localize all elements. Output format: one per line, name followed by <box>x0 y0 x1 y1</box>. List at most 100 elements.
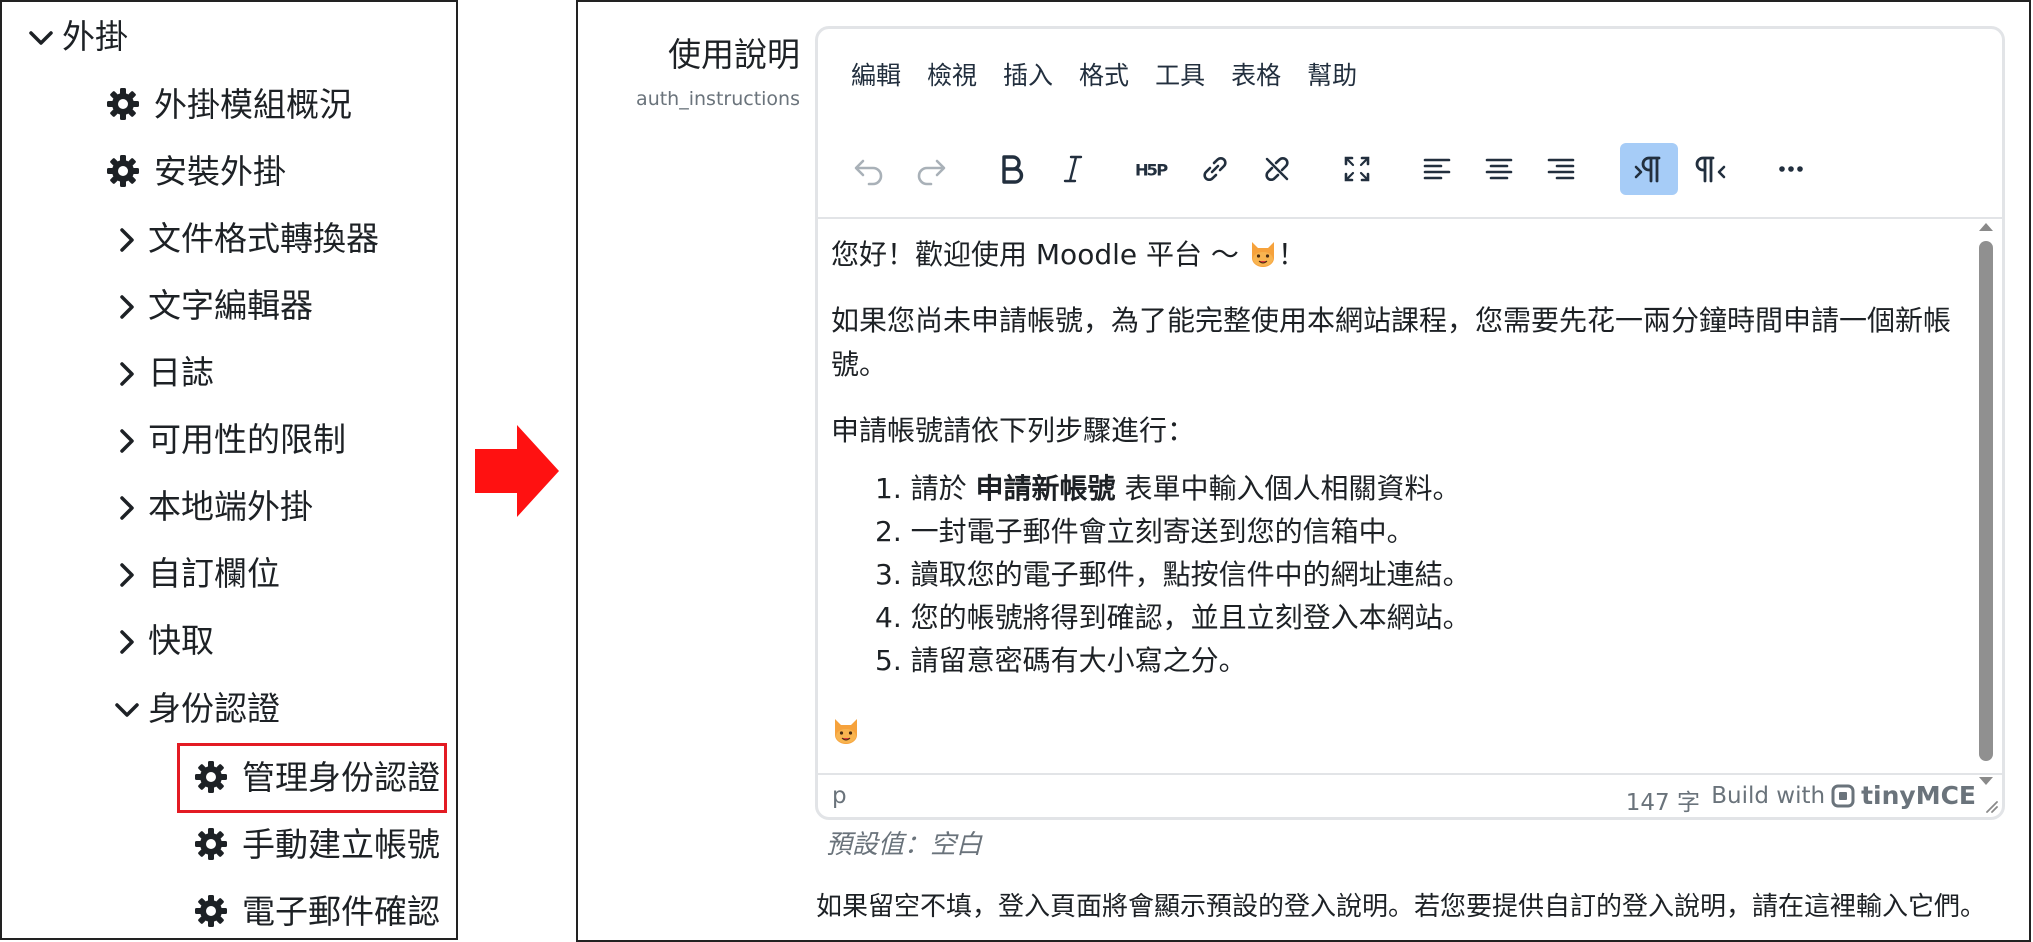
setting-panel: 使用說明 auth_instructions 編輯 檢視 插入 格式 工具 表格… <box>576 0 2031 942</box>
italic-icon <box>1063 155 1083 183</box>
nav-label: 文件格式轉換器 <box>148 219 379 258</box>
emoji-paragraph <box>831 710 1971 754</box>
align-right-icon <box>1547 158 1575 180</box>
undo-icon <box>854 159 883 186</box>
fullscreen-icon <box>1344 156 1370 182</box>
chevron-right-icon <box>112 559 142 589</box>
nav-node-local-plugins[interactable]: 本地端外掛 <box>112 490 313 523</box>
ltr-icon <box>1634 156 1661 183</box>
gear-icon <box>194 827 228 861</box>
more-icon <box>1779 166 1803 172</box>
nav-label: 手動建立帳號 <box>242 824 440 864</box>
nav-node-text-editors[interactable]: 文字編輯器 <box>112 289 313 322</box>
editor-statusbar: p 147 字 Build with tinyMCE <box>818 773 2002 817</box>
steps-list: 1. 請於 申請新帳號 表單中輸入個人相關資料。 2. 一封電子郵件會立刻寄送到… <box>875 467 1971 682</box>
align-left-button[interactable] <box>1408 143 1466 195</box>
chevron-right-icon <box>112 358 142 388</box>
nav-node-caching[interactable]: 快取 <box>112 624 214 657</box>
undo-button[interactable] <box>840 143 898 195</box>
menu-edit[interactable]: 編輯 <box>838 50 914 98</box>
nav-item-install-plugins[interactable]: 安裝外掛 <box>106 154 286 188</box>
menu-format[interactable]: 格式 <box>1066 50 1142 98</box>
tinymce-editor[interactable]: 編輯 檢視 插入 格式 工具 表格 幫助 H5P 您好！歡迎使用 Moodle … <box>815 26 2005 820</box>
chevron-down-icon <box>26 22 56 52</box>
resize-handle-icon[interactable] <box>1982 797 1998 813</box>
list-item: 4. 您的帳號將得到確認，並且立刻登入本網站。 <box>875 601 1471 634</box>
h5p-icon: H5P <box>1135 161 1168 180</box>
default-value-text: 預設值：空白 <box>826 830 983 860</box>
gear-icon <box>106 154 140 188</box>
greeting-paragraph: 您好！歡迎使用 Moodle 平台 〜 ！ <box>831 233 1971 277</box>
nav-item-manual-accounts[interactable]: 手動建立帳號 <box>194 827 440 861</box>
editor-scrollbar[interactable] <box>1976 219 1998 789</box>
nav-node-document-converters[interactable]: 文件格式轉換器 <box>112 222 379 255</box>
unlink-icon <box>1265 156 1289 182</box>
setting-title: 使用說明 <box>668 35 800 74</box>
nav-label: 電子郵件確認 <box>242 891 440 931</box>
chevron-down-icon <box>112 694 142 724</box>
editor-toolbar: H5P <box>818 119 2002 219</box>
align-right-button[interactable] <box>1532 143 1590 195</box>
build-with-text: Build with <box>1711 782 1826 809</box>
nav-label: 可用性的限制 <box>148 420 346 459</box>
nav-label: 管理身份認證 <box>242 757 440 797</box>
nav-node-logging[interactable]: 日誌 <box>112 356 214 389</box>
italic-button[interactable] <box>1044 143 1102 195</box>
redo-button[interactable] <box>902 143 960 195</box>
menu-view[interactable]: 檢視 <box>914 50 990 98</box>
gear-icon <box>106 87 140 121</box>
nav-label: 快取 <box>148 621 214 660</box>
nav-item-email-confirmation[interactable]: 電子郵件確認 <box>194 894 440 928</box>
nav-label: 自訂欄位 <box>148 554 280 593</box>
menu-help[interactable]: 幫助 <box>1294 50 1370 98</box>
list-item: 1. 請於 申請新帳號 表單中輸入個人相關資料。 <box>875 467 1971 510</box>
align-center-icon <box>1485 158 1513 180</box>
link-button[interactable] <box>1186 143 1244 195</box>
menu-table[interactable]: 表格 <box>1218 50 1294 98</box>
fullscreen-button[interactable] <box>1328 143 1386 195</box>
scroll-thumb[interactable] <box>1979 241 1993 761</box>
nav-node-plugins[interactable]: 外掛 <box>26 20 128 53</box>
setting-description: 如果留空不填，登入頁面將會顯示預設的登入說明。若您要提供自訂的登入說明，請在這裡… <box>816 892 1987 922</box>
step-text: 表單中輸入個人相關資料。 <box>1115 472 1461 505</box>
menu-tools[interactable]: 工具 <box>1142 50 1218 98</box>
setting-key: auth_instructions <box>636 88 800 110</box>
editor-menubar: 編輯 檢視 插入 格式 工具 表格 幫助 <box>818 29 2002 119</box>
right-arrow-icon <box>475 425 559 517</box>
nav-node-availability-restrictions[interactable]: 可用性的限制 <box>112 423 346 456</box>
unlink-button[interactable] <box>1248 143 1306 195</box>
rtl-button[interactable] <box>1682 143 1740 195</box>
link-icon <box>1203 156 1227 182</box>
scroll-up-arrow-icon[interactable] <box>1979 223 1993 231</box>
h5p-button[interactable]: H5P <box>1124 143 1182 195</box>
editor-content-area[interactable]: 您好！歡迎使用 Moodle 平台 〜 ！ 如果您尚未申請帳號，為了能完整使用本… <box>818 219 2002 779</box>
gear-icon <box>194 760 228 794</box>
align-left-icon <box>1423 158 1451 180</box>
menu-insert[interactable]: 插入 <box>990 50 1066 98</box>
nav-label: 日誌 <box>148 353 214 392</box>
align-center-button[interactable] <box>1470 143 1528 195</box>
nav-label: 本地端外掛 <box>148 487 313 526</box>
nav-label: 外掛 <box>62 17 128 56</box>
nav-item-plugins-overview[interactable]: 外掛模組概況 <box>106 87 352 121</box>
bold-button[interactable] <box>982 143 1040 195</box>
editor-content[interactable]: 您好！歡迎使用 Moodle 平台 〜 ！ 如果您尚未申請帳號，為了能完整使用本… <box>831 219 1971 754</box>
nav-label: 安裝外掛 <box>154 151 286 191</box>
word-count[interactable]: 147 字 <box>1626 783 1700 817</box>
ltr-button[interactable] <box>1620 143 1678 195</box>
more-button[interactable] <box>1762 143 1820 195</box>
list-item: 3. 讀取您的電子郵件，點按信件中的網址連結。 <box>875 558 1471 591</box>
list-item: 2. 一封電子郵件會立刻寄送到您的信箱中。 <box>875 515 1415 548</box>
nav-label: 文字編輯器 <box>148 286 313 325</box>
nav-node-authentication[interactable]: 身份認證 <box>112 692 280 725</box>
nav-node-custom-fields[interactable]: 自訂欄位 <box>112 557 280 590</box>
tinymce-branding[interactable]: Build with tinyMCE <box>1711 781 1976 810</box>
element-path[interactable]: p <box>832 783 847 809</box>
nav-label: 身份認證 <box>148 689 280 728</box>
signup-form-name: 申請新帳號 <box>975 472 1116 505</box>
chevron-right-icon <box>112 291 142 321</box>
nav-item-manage-authentication[interactable]: 管理身份認證 <box>194 760 440 794</box>
tinymce-logo-icon <box>1831 784 1855 807</box>
intro-paragraph: 如果您尚未申請帳號，為了能完整使用本網站課程，您需要先花一兩分鐘時間申請一個新帳… <box>831 304 1952 381</box>
cat-emoji-icon <box>835 719 857 744</box>
